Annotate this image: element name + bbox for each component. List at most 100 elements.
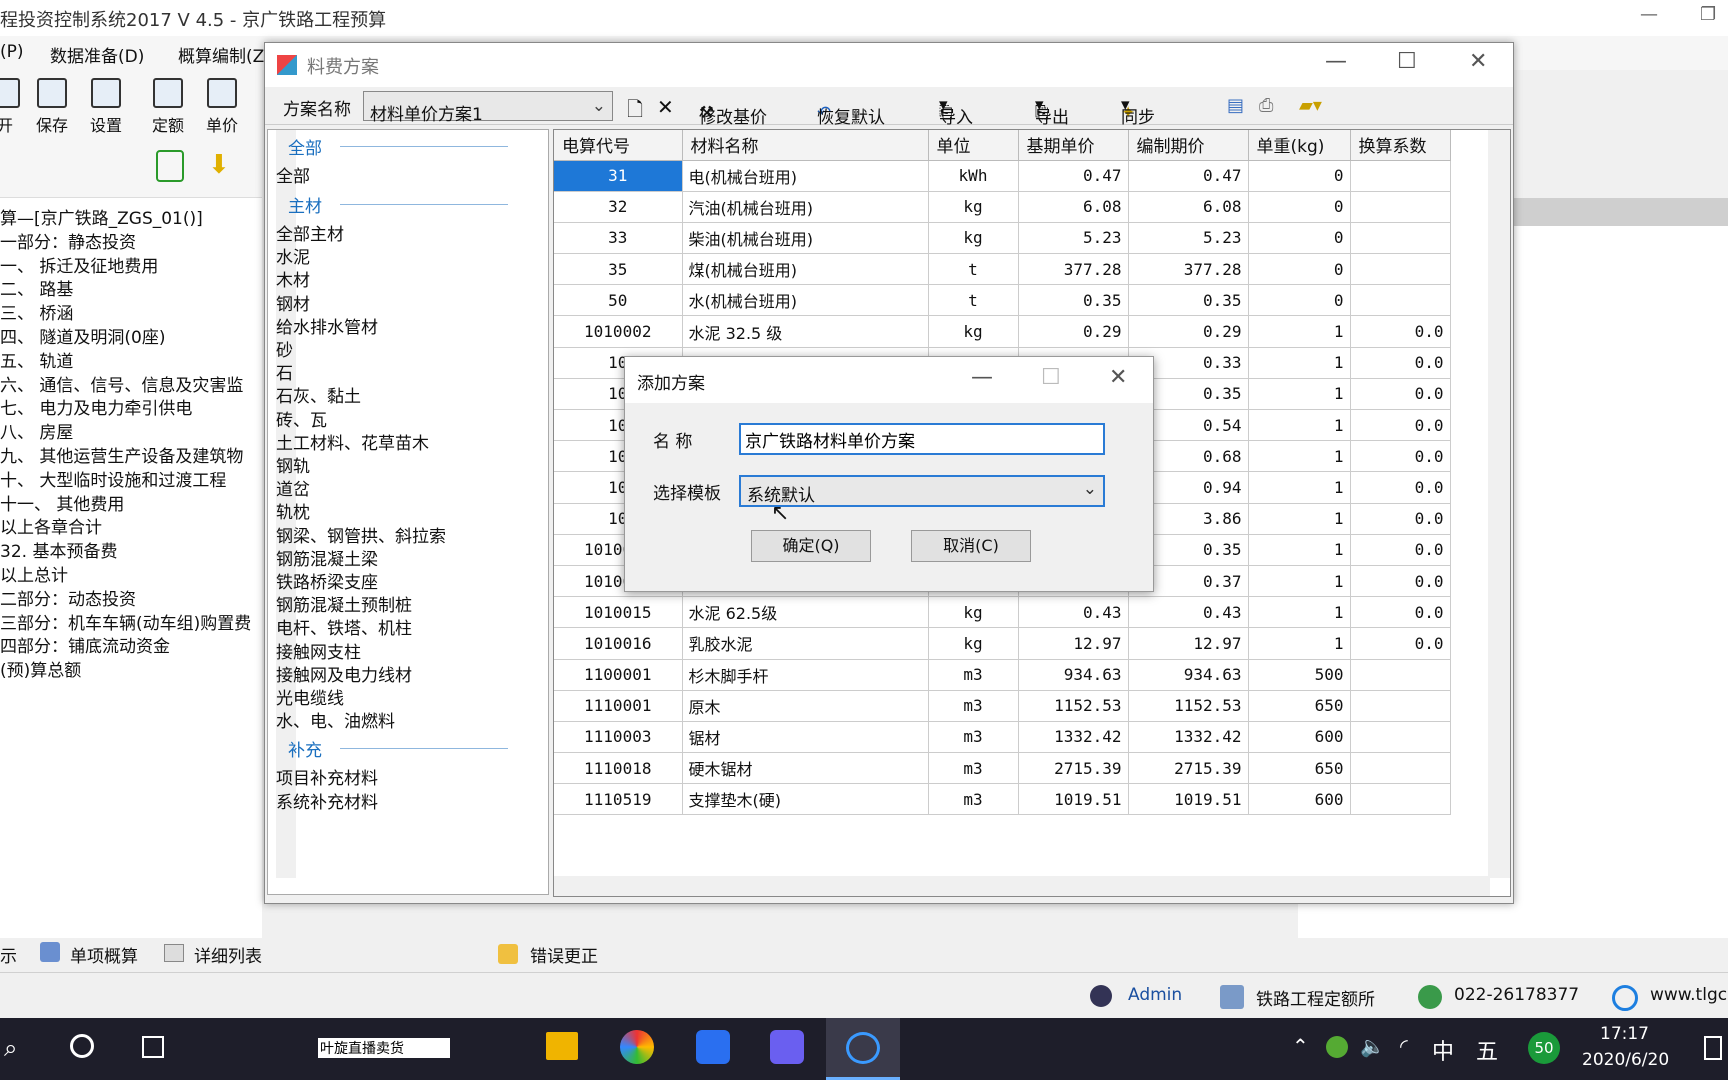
cortana-icon[interactable] <box>70 1034 94 1058</box>
badge-icon[interactable]: 50 <box>1528 1032 1560 1064</box>
volume-icon[interactable]: 🔈 <box>1360 1034 1385 1058</box>
column-header[interactable]: 电算代号 <box>554 130 683 161</box>
table-cell[interactable] <box>1350 783 1451 816</box>
table-cell[interactable]: 1100001 <box>554 659 683 691</box>
table-cell[interactable] <box>1350 690 1451 722</box>
table-cell[interactable] <box>1350 191 1451 223</box>
table-cell[interactable]: kg <box>928 627 1019 660</box>
unit-price-button[interactable]: 单价 <box>202 78 242 136</box>
column-header[interactable]: 换算系数 <box>1350 130 1451 161</box>
table-row[interactable]: 1010016 乳胶水泥 kg 12.97 12.97 1 0.0 <box>554 627 1451 660</box>
table-cell[interactable]: kg <box>928 315 1019 348</box>
table-cell[interactable]: 1332.42 <box>1128 721 1249 754</box>
tree-node[interactable]: 八、 房屋 <box>0 418 73 443</box>
category-item[interactable]: 水泥 <box>276 243 310 268</box>
table-row[interactable]: 32 汽油(机械台班用) kg 6.08 6.08 0 <box>554 191 1451 223</box>
table-cell[interactable]: 0 <box>1248 284 1351 317</box>
category-item[interactable]: 项目补充材料 <box>276 764 378 789</box>
table-cell[interactable]: 1019.51 <box>1018 783 1129 816</box>
report-icon[interactable]: ▤ <box>1227 95 1244 116</box>
category-item[interactable]: 砖、瓦 <box>276 406 327 431</box>
category-item[interactable]: 全部主材 <box>276 220 344 245</box>
table-cell[interactable]: 支撑垫木(硬) <box>682 783 929 816</box>
table-cell[interactable]: m3 <box>928 690 1019 722</box>
tree-node[interactable]: 三、 桥涵 <box>0 299 73 324</box>
ime-indicator[interactable]: 中 <box>1432 1034 1454 1066</box>
open-button[interactable]: 开 <box>0 78 20 136</box>
column-header[interactable]: 基期单价 <box>1018 130 1129 161</box>
app-icon[interactable] <box>770 1030 804 1064</box>
category-item[interactable]: 系统补充材料 <box>276 788 378 813</box>
table-cell[interactable]: m3 <box>928 783 1019 816</box>
table-cell[interactable]: 水泥 32.5 级 <box>682 315 929 348</box>
table-cell[interactable]: 12.97 <box>1018 627 1129 660</box>
tree-node[interactable]: 五、 轨道 <box>0 347 73 372</box>
chevron-up-icon[interactable]: ⌃ <box>1292 1034 1309 1058</box>
table-cell[interactable]: 377.28 <box>1018 253 1129 286</box>
column-header[interactable]: 编制期价 <box>1128 130 1249 161</box>
table-cell[interactable]: m3 <box>928 721 1019 754</box>
tab-single-estimate[interactable]: 单项概算 <box>70 942 138 967</box>
table-cell[interactable]: 水泥 62.5级 <box>682 596 929 629</box>
table-row[interactable]: 31 电(机械台班用) kWh 0.47 0.47 0 <box>554 160 1451 192</box>
table-cell[interactable] <box>1350 222 1451 255</box>
file-explorer-icon[interactable] <box>546 1032 578 1060</box>
table-cell[interactable]: 0.43 <box>1018 596 1129 629</box>
table-cell[interactable]: kWh <box>928 160 1019 192</box>
table-cell[interactable]: 0.47 <box>1018 160 1129 192</box>
minimize-icon[interactable]: — <box>1640 4 1658 25</box>
table-cell[interactable]: 1 <box>1248 627 1351 660</box>
table-cell[interactable]: 1 <box>1248 409 1351 442</box>
minimize-icon[interactable]: — <box>1325 49 1347 74</box>
category-item[interactable]: 土工材料、花草苗木 <box>276 429 429 454</box>
tree-node[interactable]: 一部分：静态投资 <box>0 228 136 253</box>
table-row[interactable]: 1110003 锯材 m3 1332.42 1332.42 600 <box>554 721 1451 754</box>
close-icon[interactable]: ✕ <box>1469 49 1487 74</box>
table-cell[interactable]: 1152.53 <box>1018 690 1129 722</box>
table-cell[interactable]: 6.08 <box>1128 191 1249 223</box>
table-row[interactable]: 35 煤(机械台班用) t 377.28 377.28 0 <box>554 253 1451 286</box>
table-cell[interactable]: kg <box>928 191 1019 223</box>
notification-icon[interactable] <box>1704 1036 1722 1060</box>
taskbar-search-box[interactable]: 叶旋直播卖货 <box>318 1038 450 1058</box>
category-item[interactable]: 木材 <box>276 266 310 291</box>
category-item[interactable]: 钢筋混凝土梁 <box>276 545 378 570</box>
table-cell[interactable]: 水(机械台班用) <box>682 284 929 317</box>
tree-node[interactable]: 四、 隧道及明洞(0座) <box>0 323 165 348</box>
table-cell[interactable]: 1 <box>1248 347 1351 379</box>
grid-vertical-scrollbar[interactable] <box>1488 130 1510 878</box>
table-cell[interactable]: 1 <box>1248 440 1351 473</box>
category-item[interactable]: 石 <box>276 359 293 384</box>
table-cell[interactable]: 1 <box>1248 378 1351 411</box>
table-cell[interactable]: 0.29 <box>1128 315 1249 348</box>
table-cell[interactable]: 0.0 <box>1350 347 1451 379</box>
category-item[interactable]: 砂 <box>276 336 293 361</box>
table-cell[interactable]: 锯材 <box>682 721 929 754</box>
tree-node[interactable]: 以上各章合计 <box>0 513 102 538</box>
wps-icon[interactable] <box>696 1030 730 1064</box>
maximize-icon[interactable]: ☐ <box>1397 49 1417 74</box>
table-cell[interactable]: 杉木脚手杆 <box>682 659 929 691</box>
table-cell[interactable]: 0.0 <box>1350 596 1451 629</box>
tab-detail-list[interactable]: 详细列表 <box>194 942 262 967</box>
tree-node[interactable]: 十一、 其他费用 <box>0 490 124 515</box>
table-cell[interactable] <box>1350 253 1451 286</box>
table-cell[interactable]: 电(机械台班用) <box>682 160 929 192</box>
table-cell[interactable]: t <box>928 253 1019 286</box>
table-row[interactable]: 1100001 杉木脚手杆 m3 934.63 934.63 500 <box>554 659 1451 691</box>
table-cell[interactable]: 0 <box>1248 160 1351 192</box>
table-cell[interactable]: 650 <box>1248 690 1351 722</box>
table-cell[interactable] <box>1350 284 1451 317</box>
import-button[interactable]: ⎗ 导入 ▾ <box>939 95 973 128</box>
table-cell[interactable]: 0.0 <box>1350 378 1451 411</box>
table-cell[interactable]: 0.0 <box>1350 503 1451 535</box>
category-item[interactable]: 给水排水管材 <box>276 313 378 338</box>
tree-node[interactable]: 二部分：动态投资 <box>0 585 136 610</box>
tree-node[interactable]: 六、 通信、信号、信息及灾害监 <box>0 371 243 396</box>
table-cell[interactable]: 0.35 <box>1018 284 1129 317</box>
table-cell[interactable]: 1 <box>1248 503 1351 535</box>
table-row[interactable]: 50 水(机械台班用) t 0.35 0.35 0 <box>554 284 1451 317</box>
tab-error-correction[interactable]: 错误更正 <box>530 942 598 967</box>
cancel-button[interactable]: 取消(C) <box>911 530 1031 562</box>
table-cell[interactable]: 33 <box>554 222 683 255</box>
